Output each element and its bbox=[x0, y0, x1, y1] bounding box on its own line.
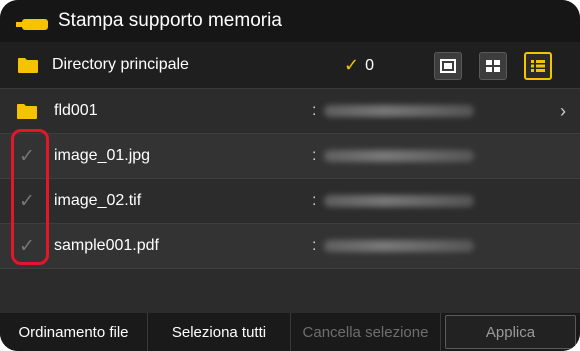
clear-selection-button[interactable]: Cancella selezione bbox=[291, 313, 441, 351]
blurred-date bbox=[324, 195, 474, 207]
list-view-icon bbox=[531, 60, 545, 72]
folder-icon bbox=[18, 57, 38, 73]
title-bar: Stampa supporto memoria bbox=[0, 0, 580, 42]
blurred-date bbox=[324, 150, 474, 162]
page-title: Stampa supporto memoria bbox=[58, 10, 282, 31]
apply-button[interactable]: Applica bbox=[445, 315, 576, 349]
checkbox-check-icon[interactable]: ✓ bbox=[19, 235, 35, 258]
blurred-date bbox=[324, 105, 474, 117]
list-item-file[interactable]: ✓ image_02.tif : bbox=[0, 179, 580, 224]
checkbox-check-icon[interactable]: ✓ bbox=[19, 145, 35, 168]
list-item-folder[interactable]: fld001 : › bbox=[0, 89, 580, 134]
separator: : bbox=[312, 237, 317, 254]
select-all-button[interactable]: Seleziona tutti bbox=[148, 313, 291, 351]
file-name: image_02.tif bbox=[54, 192, 142, 209]
check-icon: ✓ bbox=[344, 55, 360, 75]
list-item-file[interactable]: ✓ image_01.jpg : bbox=[0, 134, 580, 179]
selected-count: ✓ 0 bbox=[344, 42, 374, 89]
blurred-date bbox=[324, 240, 474, 252]
checkbox-check-icon[interactable]: ✓ bbox=[19, 190, 35, 213]
separator: : bbox=[312, 102, 317, 119]
file-list: fld001 : › ✓ image_01.jpg : ✓ image_02.t… bbox=[0, 89, 580, 269]
separator: : bbox=[312, 192, 317, 209]
file-name: sample001.pdf bbox=[54, 237, 159, 254]
memory-media-icon bbox=[16, 15, 48, 30]
list-item-file[interactable]: ✓ sample001.pdf : bbox=[0, 224, 580, 269]
view-thumbnails-button[interactable] bbox=[479, 52, 507, 80]
view-list-button[interactable] bbox=[524, 52, 552, 80]
bottom-action-bar: Ordinamento file Seleziona tutti Cancell… bbox=[0, 313, 580, 351]
separator: : bbox=[312, 147, 317, 164]
thumbnail-grid-icon bbox=[486, 60, 500, 72]
sort-files-button[interactable]: Ordinamento file bbox=[0, 313, 148, 351]
folder-icon bbox=[17, 104, 37, 119]
chevron-right-icon: › bbox=[560, 100, 566, 121]
file-name: image_01.jpg bbox=[54, 147, 151, 164]
view-preview-button[interactable] bbox=[434, 52, 462, 80]
file-name: fld001 bbox=[54, 102, 98, 119]
directory-label: Directory principale bbox=[52, 56, 189, 73]
directory-bar: Directory principale ✓ 0 bbox=[0, 42, 580, 89]
printer-panel-screen: Stampa supporto memoria Directory princi… bbox=[0, 0, 580, 351]
preview-view-icon bbox=[440, 59, 456, 73]
selected-count-value: 0 bbox=[365, 56, 374, 74]
